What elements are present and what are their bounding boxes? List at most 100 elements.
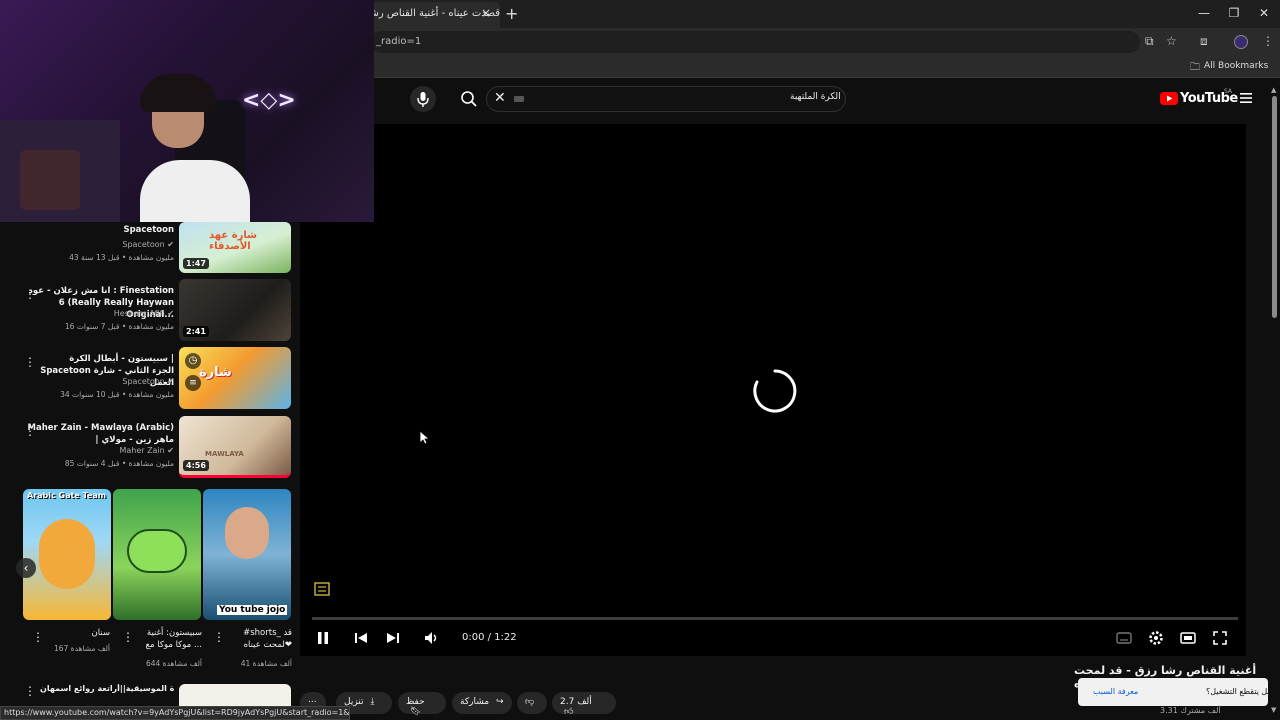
video-thumbnail[interactable]: شارة عهد الأصدقاء 1:47 [179, 222, 291, 273]
duration-badge: 4:56 [183, 460, 209, 471]
more-options-icon[interactable]: ⋮ [24, 684, 36, 698]
dislike-button[interactable]: 👎︎ [517, 692, 547, 714]
character-shape [127, 529, 187, 573]
extensions-icon[interactable]: ⧈ [1200, 34, 1208, 49]
short-thumbnail[interactable] [113, 489, 201, 620]
volume-button[interactable] [423, 630, 439, 646]
video-meta: 16 مليون مشاهدة • قبل 7 سنوات [64, 322, 174, 331]
share-icon: ↪ [495, 697, 504, 707]
profile-avatar[interactable] [1234, 35, 1248, 49]
subtitles-button[interactable] [1116, 630, 1132, 646]
settings-button[interactable] [1148, 630, 1164, 646]
guide-menu-icon[interactable] [1240, 92, 1252, 104]
theater-mode-icon [1180, 632, 1196, 644]
search-icon [461, 91, 477, 107]
short-title: #shorts_ قد لمحت عيناه❤ [243, 628, 292, 650]
learn-why-link[interactable]: معرفة السبب [1093, 687, 1138, 696]
region-code: SA [1224, 88, 1233, 95]
video-meta: 43 مليون مشاهدة • قبل 13 سنة [69, 253, 174, 262]
channel-name[interactable]: Spacetoon ✔ [122, 377, 174, 386]
close-window-icon[interactable]: ✕ [1254, 6, 1274, 20]
video-title: الوجدة الموسيقية||أراتعة روائع اسمهان|| [40, 684, 174, 693]
clear-search-icon[interactable]: ✕ [494, 90, 506, 106]
new-tab-button[interactable]: + [505, 4, 518, 23]
short-views: 644 ألف مشاهدة [145, 659, 202, 668]
recommendation-item[interactable]: MAWLAYA 4:56 ⋮ Maher Zain - Mawlaya (Ara… [0, 416, 300, 480]
video-thumbnail[interactable]: MAWLAYA 4:56 [179, 416, 291, 478]
theater-mode-button[interactable] [1180, 630, 1196, 646]
character-shape [39, 519, 95, 589]
scroll-down-icon[interactable]: ▼ [1271, 706, 1276, 714]
voice-search-button[interactable] [410, 86, 436, 112]
fullscreen-icon [1213, 631, 1227, 645]
person-hair [140, 74, 216, 112]
thumbs-down-icon: 👎︎ [525, 697, 535, 707]
subscriber-count: 3.31 ألف مشترك [1160, 706, 1221, 715]
person-shape [225, 507, 269, 559]
short-thumbnail[interactable]: Arabic Gate Team [23, 489, 111, 620]
short-views: 41 ألف مشاهدة [240, 659, 292, 668]
time-display: 0:00 / 1:22 [462, 632, 517, 643]
minimize-icon[interactable]: — [1194, 6, 1214, 20]
bookmark-star-icon[interactable]: ☆ [1166, 34, 1177, 48]
loading-spinner-icon [752, 368, 798, 414]
webcam-overlay: <◇> [0, 0, 374, 222]
like-count: 2.7 ألف [560, 697, 592, 707]
browser-menu-icon[interactable]: ⋮ [1262, 34, 1274, 48]
add-to-queue-icon[interactable]: ≡ [185, 375, 201, 391]
shelf-shape [20, 150, 80, 210]
neon-sign: <◇> [242, 88, 296, 113]
save-button[interactable]: حفظ 🔖︎ [398, 692, 446, 717]
tab-close-icon[interactable]: × [481, 6, 491, 20]
pause-icon [318, 632, 328, 644]
video-meta: 85 مليون مشاهدة • قبل 4 سنوات [64, 459, 174, 468]
search-query-text: الكرة الملتهبة [790, 92, 841, 102]
address-bar[interactable] [370, 31, 1140, 53]
like-button[interactable]: 2.7 ألف 👍︎ [552, 692, 616, 717]
keyboard-icon[interactable] [514, 96, 524, 102]
thumbs-up-icon: 👍︎ [564, 707, 574, 717]
gear-icon [1149, 631, 1163, 645]
progress-bar[interactable] [312, 617, 1238, 620]
channel-name[interactable]: Hesham Afifi ✔ [114, 309, 174, 318]
share-button[interactable]: مشاركة ↪ [452, 692, 512, 714]
channel-name[interactable]: Maher Zain ✔ [119, 446, 174, 455]
youtube-logo-icon[interactable] [1160, 92, 1178, 105]
channel-name[interactable]: Spacetoon ✔ [122, 240, 174, 249]
scroll-up-icon[interactable]: ▲ [1271, 86, 1276, 94]
share-label: مشاركة [460, 697, 490, 707]
skip-previous-icon [355, 633, 367, 643]
video-thumbnail[interactable]: شارة ◷ ≡ [179, 347, 291, 409]
watch-later-icon[interactable]: ◷ [185, 353, 201, 369]
install-app-icon[interactable]: ⧉ [1145, 34, 1154, 49]
carousel-previous-icon[interactable]: ‹ [16, 558, 36, 578]
person-shirt [140, 160, 250, 222]
restore-icon[interactable]: ❐ [1224, 6, 1244, 20]
video-thumbnail[interactable]: 2:41 [179, 279, 291, 341]
fullscreen-button[interactable] [1212, 630, 1228, 646]
save-icon: 🔖︎ [410, 707, 422, 717]
next-button[interactable] [385, 630, 401, 646]
recommendation-item[interactable]: شارة ◷ ≡ ⋮ سبيستون - أبطال الكرة | Space… [0, 347, 300, 411]
video-meta: 34 مليون مشاهدة • قبل 10 سنوات [60, 390, 174, 399]
search-button[interactable] [458, 88, 480, 110]
previous-button[interactable] [353, 630, 369, 646]
mouse-cursor-icon [420, 431, 430, 445]
channel-watermark-icon[interactable] [314, 582, 330, 596]
folder-icon: 🗀 [1190, 62, 1200, 73]
thumbnail-text: You tube jojo [217, 605, 288, 615]
short-thumbnail[interactable]: You tube jojo [203, 489, 291, 620]
toast-message: هل يتقطع التشغيل؟ [1206, 687, 1272, 696]
video-title: Maher Zain - Mawlaya (Arabic) | ماهر زين… [27, 423, 174, 445]
video-thumbnail[interactable] [179, 684, 291, 706]
address-bar-url: _radio=1 [376, 36, 422, 47]
recommendation-item[interactable]: شارة عهد الأصدقاء 1:47 Spacetoon Spaceto… [0, 222, 300, 286]
thumbnail-text: شارة عهد الأصدقاء [209, 230, 257, 252]
pause-button[interactable] [316, 630, 330, 646]
download-icon: ⤓ [370, 697, 375, 707]
scrollbar-thumb[interactable] [1272, 96, 1277, 318]
thumbnail-text: MAWLAYA [205, 450, 244, 458]
recommendation-item[interactable]: 2:41 ⋮ انا مش زعلان - عود : Finestation … [0, 279, 300, 343]
skip-next-icon [387, 633, 399, 643]
all-bookmarks-button[interactable]: All Bookmarks [1204, 61, 1268, 71]
